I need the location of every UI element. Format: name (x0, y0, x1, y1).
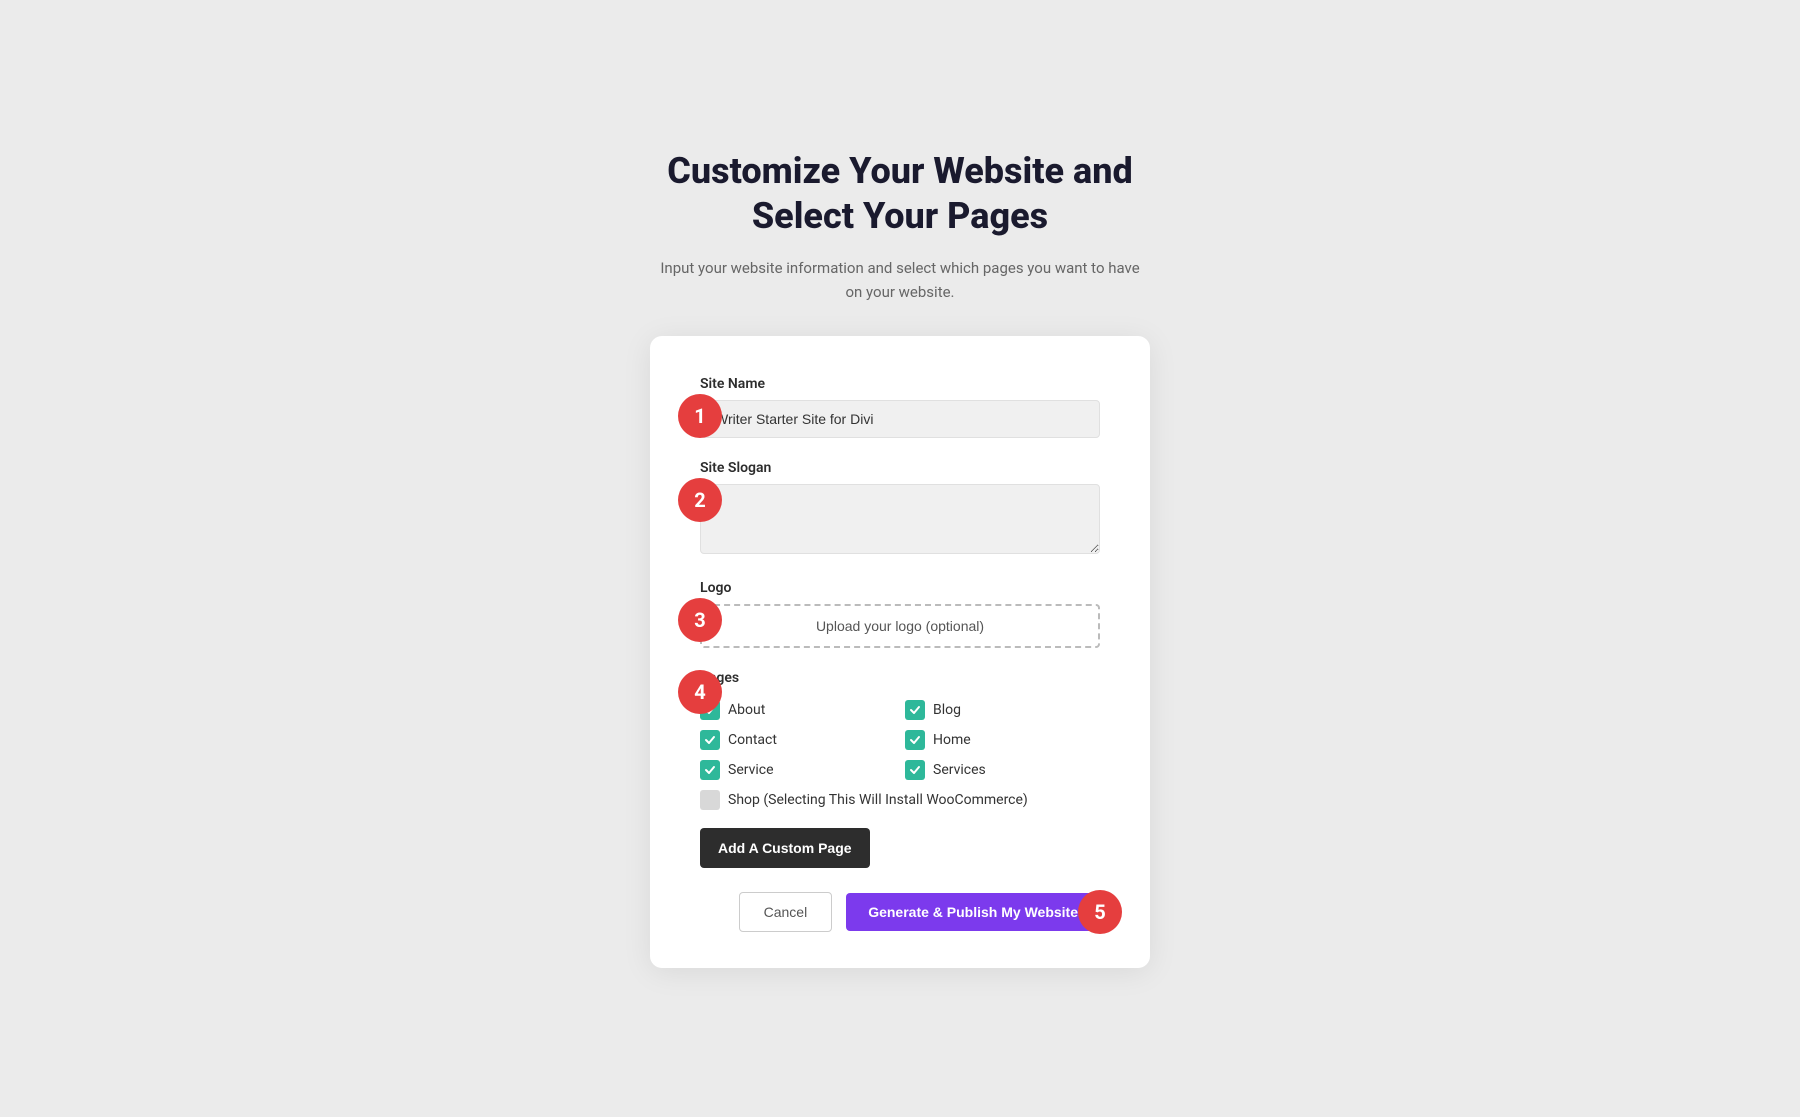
generate-publish-button[interactable]: Generate & Publish My Website (846, 893, 1100, 931)
step-badge-2: 2 (678, 478, 722, 522)
checkbox-shop[interactable] (700, 790, 720, 810)
checkbox-contact[interactable] (700, 730, 720, 750)
logo-group: 3 Logo Upload your logo (optional) (700, 580, 1100, 648)
step-badge-3: 3 (678, 598, 722, 642)
form-footer: Cancel Generate & Publish My Website 5 (700, 892, 1100, 932)
pages-label: Pages (700, 670, 1100, 686)
logo-label: Logo (700, 580, 1100, 596)
checkbox-service[interactable] (700, 760, 720, 780)
checkbox-blog[interactable] (905, 700, 925, 720)
page-item-about[interactable]: About (700, 700, 895, 720)
pages-section: 4 Pages About Blog (700, 670, 1100, 810)
add-custom-page-button[interactable]: Add A Custom Page (700, 828, 870, 868)
page-wrapper: Customize Your Website and Select Your P… (0, 149, 1800, 968)
site-slogan-label: Site Slogan (700, 460, 1100, 476)
page-item-service[interactable]: Service (700, 760, 895, 780)
logo-upload-button[interactable]: Upload your logo (optional) (700, 604, 1100, 648)
site-slogan-input[interactable] (700, 484, 1100, 554)
site-name-group: 1 Site Name (700, 376, 1100, 438)
page-item-contact[interactable]: Contact (700, 730, 895, 750)
page-item-shop[interactable]: Shop (Selecting This Will Install WooCom… (700, 790, 1100, 810)
checkbox-home[interactable] (905, 730, 925, 750)
site-name-label: Site Name (700, 376, 1100, 392)
site-slogan-group: 2 Site Slogan (700, 460, 1100, 558)
page-item-blog[interactable]: Blog (905, 700, 1100, 720)
pages-grid: About Blog Contact (700, 700, 1100, 810)
step-badge-1: 1 (678, 394, 722, 438)
site-name-input[interactable] (700, 400, 1100, 438)
page-item-services[interactable]: Services (905, 760, 1100, 780)
page-subtitle: Input your website information and selec… (660, 257, 1140, 304)
form-card: 1 Site Name 2 Site Slogan 3 Logo Upload … (650, 336, 1150, 968)
page-title: Customize Your Website and Select Your P… (667, 149, 1132, 239)
cancel-button[interactable]: Cancel (739, 892, 833, 932)
step-badge-4: 4 (678, 670, 722, 714)
page-item-home[interactable]: Home (905, 730, 1100, 750)
step-badge-5: 5 (1078, 890, 1122, 934)
checkbox-services[interactable] (905, 760, 925, 780)
